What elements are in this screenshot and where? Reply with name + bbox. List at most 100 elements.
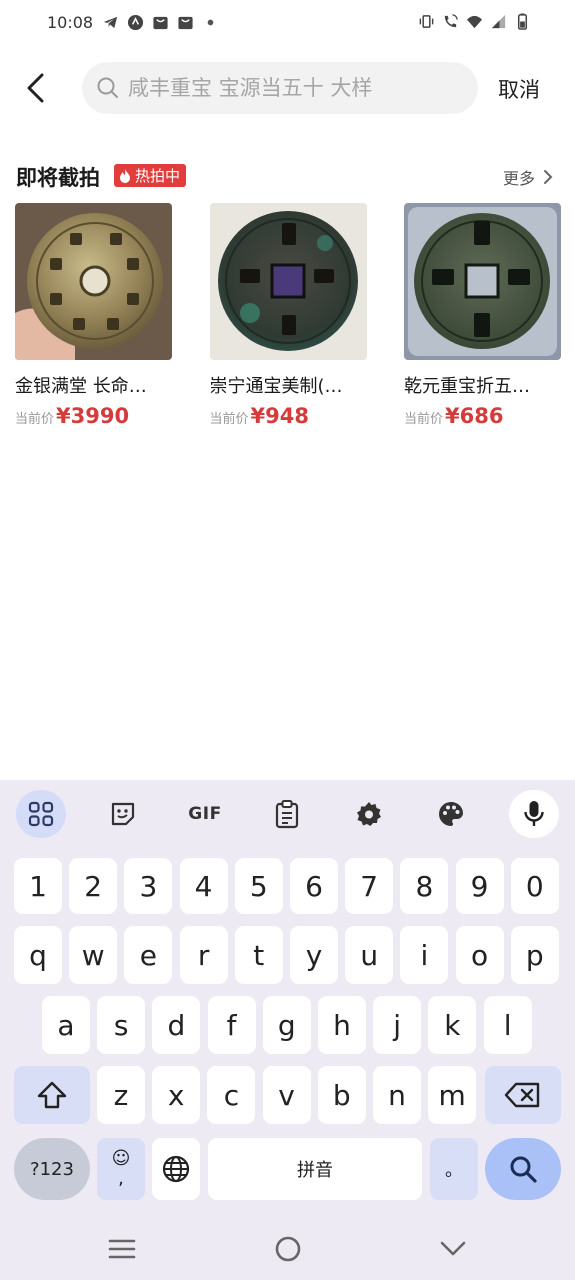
symbols-key[interactable]: ?123 bbox=[14, 1138, 90, 1200]
price-label: 当前价 bbox=[209, 412, 249, 427]
search-input[interactable] bbox=[128, 76, 468, 100]
search-key[interactable] bbox=[485, 1138, 561, 1200]
more-link[interactable]: 更多 bbox=[503, 165, 553, 189]
key-o[interactable]: o bbox=[455, 926, 504, 984]
search-icon bbox=[510, 1156, 537, 1183]
search-header: 取消 bbox=[0, 60, 575, 116]
symbols-label: ?123 bbox=[30, 1158, 74, 1180]
space-key[interactable]: 拼音 bbox=[208, 1138, 422, 1200]
keyboard-toolbar: GIF bbox=[0, 780, 575, 848]
key-m[interactable]: m bbox=[428, 1066, 477, 1124]
key-j[interactable]: j bbox=[373, 996, 422, 1054]
home-circle-icon bbox=[275, 1236, 301, 1262]
on-screen-keyboard: GIF ?123 ☺ , 拼音 。 1 2 3 4 5 6 7 8 9 0 q … bbox=[0, 780, 575, 1280]
clipboard-button[interactable] bbox=[262, 790, 312, 838]
language-key[interactable] bbox=[152, 1138, 200, 1200]
key-q[interactable]: q bbox=[14, 926, 62, 984]
key-a[interactable]: a bbox=[42, 996, 90, 1054]
key-3[interactable]: 3 bbox=[124, 858, 173, 914]
item-name: 金银满堂 长命… bbox=[15, 376, 147, 397]
auction-item[interactable]: 金银满堂 长命… 当前价 ¥3990 bbox=[15, 203, 172, 428]
shift-key[interactable] bbox=[14, 1066, 90, 1124]
key-5[interactable]: 5 bbox=[234, 858, 283, 914]
back-nav-button[interactable] bbox=[433, 1232, 473, 1266]
section-title: 即将截拍 bbox=[16, 166, 100, 190]
key-2[interactable]: 2 bbox=[69, 858, 118, 914]
key-k[interactable]: k bbox=[428, 996, 477, 1054]
key-1[interactable]: 1 bbox=[14, 858, 62, 914]
key-e[interactable]: e bbox=[124, 926, 173, 984]
emoji-comma-key[interactable]: ☺ , bbox=[97, 1138, 145, 1200]
price-value: ¥3990 bbox=[56, 404, 130, 428]
key-0[interactable]: 0 bbox=[510, 858, 559, 914]
clipboard-icon bbox=[275, 800, 299, 829]
back-button[interactable] bbox=[18, 68, 54, 108]
recent-apps-button[interactable] bbox=[102, 1232, 142, 1266]
globe-icon bbox=[162, 1155, 190, 1183]
key-4[interactable]: 4 bbox=[179, 858, 228, 914]
hot-badge-label: 热拍中 bbox=[135, 167, 181, 185]
auction-section-header: 即将截拍 热拍中 更多 bbox=[16, 160, 561, 194]
chevron-right-icon bbox=[544, 170, 553, 184]
key-x[interactable]: x bbox=[152, 1066, 201, 1124]
key-z[interactable]: z bbox=[97, 1066, 145, 1124]
key-s[interactable]: s bbox=[97, 996, 146, 1054]
telegram-icon bbox=[103, 16, 118, 29]
auction-item[interactable]: 乾元重宝折五… 当前价 ¥686 bbox=[404, 203, 561, 428]
key-t[interactable]: t bbox=[234, 926, 283, 984]
wifi-call-icon bbox=[444, 14, 458, 28]
key-h[interactable]: h bbox=[318, 996, 366, 1054]
bag-icon-2 bbox=[178, 16, 193, 30]
home-button[interactable] bbox=[268, 1232, 308, 1266]
key-d[interactable]: d bbox=[152, 996, 201, 1054]
key-9[interactable]: 9 bbox=[455, 858, 504, 914]
key-u[interactable]: u bbox=[345, 926, 394, 984]
navigation-bar bbox=[0, 1218, 575, 1280]
key-i[interactable]: i bbox=[400, 926, 449, 984]
coin-image-qianyuan[interactable] bbox=[404, 203, 561, 360]
apps-grid-button[interactable] bbox=[16, 790, 66, 838]
palette-icon bbox=[439, 802, 463, 826]
settings-button[interactable] bbox=[344, 790, 394, 838]
wifi-icon bbox=[466, 15, 483, 29]
gif-button[interactable]: GIF bbox=[180, 790, 230, 838]
period-key[interactable]: 。 bbox=[430, 1138, 478, 1200]
key-8[interactable]: 8 bbox=[400, 858, 449, 914]
key-7[interactable]: 7 bbox=[345, 858, 394, 914]
more-label: 更多 bbox=[502, 169, 535, 188]
key-l[interactable]: l bbox=[483, 996, 532, 1054]
coin-image-brass-charm[interactable] bbox=[15, 203, 172, 360]
key-n[interactable]: n bbox=[373, 1066, 421, 1124]
notification-icons bbox=[102, 14, 219, 31]
gif-label: GIF bbox=[188, 804, 222, 824]
key-w[interactable]: w bbox=[69, 926, 118, 984]
status-time: 10:08 bbox=[47, 13, 94, 32]
search-box[interactable] bbox=[82, 62, 478, 114]
space-label: 拼音 bbox=[297, 1160, 333, 1181]
sticker-button[interactable] bbox=[98, 790, 148, 838]
coin-image-chongning[interactable] bbox=[209, 203, 367, 360]
key-v[interactable]: v bbox=[262, 1066, 311, 1124]
backspace-key[interactable] bbox=[485, 1066, 561, 1124]
voice-input-button[interactable] bbox=[509, 790, 559, 838]
key-6[interactable]: 6 bbox=[290, 858, 338, 914]
signal-icon bbox=[491, 14, 506, 29]
period-label: 。 bbox=[445, 1160, 463, 1181]
key-y[interactable]: y bbox=[290, 926, 338, 984]
key-c[interactable]: c bbox=[207, 1066, 256, 1124]
cancel-button[interactable]: 取消 bbox=[498, 74, 540, 104]
key-f[interactable]: f bbox=[207, 996, 256, 1054]
auction-item[interactable]: 崇宁通宝美制(… 当前价 ¥948 bbox=[209, 203, 367, 428]
key-r[interactable]: r bbox=[179, 926, 228, 984]
price-label: 当前价 bbox=[15, 412, 55, 427]
shift-arrow-icon bbox=[37, 1081, 67, 1109]
key-p[interactable]: p bbox=[510, 926, 559, 984]
key-g[interactable]: g bbox=[262, 996, 311, 1054]
theme-button[interactable] bbox=[426, 790, 476, 838]
chevron-down-icon bbox=[440, 1241, 466, 1256]
key-b[interactable]: b bbox=[317, 1066, 366, 1124]
hot-auction-badge: 热拍中 bbox=[114, 164, 187, 187]
gear-icon bbox=[357, 802, 381, 826]
microphone-icon bbox=[524, 801, 544, 826]
item-name: 崇宁通宝美制(… bbox=[209, 376, 343, 397]
